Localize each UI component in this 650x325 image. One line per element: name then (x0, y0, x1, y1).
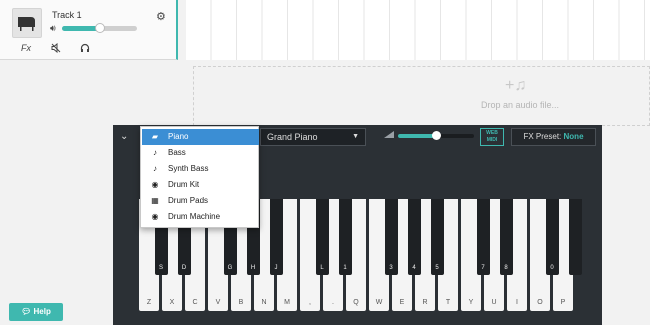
black-key[interactable] (568, 199, 582, 275)
instrument-menu-item[interactable]: ▰ Piano (142, 129, 259, 145)
black-key[interactable]: 1 (338, 199, 352, 275)
instrument-menu-label: Drum Kit (168, 180, 200, 189)
mute-icon[interactable] (51, 42, 61, 55)
white-key-label: C (192, 299, 198, 306)
white-key-label: , (309, 299, 311, 306)
fx-preset-value: None (563, 132, 584, 141)
black-key-label: 8 (504, 265, 508, 271)
track-timeline[interactable] (186, 0, 650, 60)
black-key[interactable]: L (315, 199, 329, 275)
drum-pads-icon: ▦ (151, 196, 159, 205)
volume-slider-fill (62, 26, 100, 31)
keyboard-volume-knob[interactable] (431, 131, 441, 140)
white-key-label: W (375, 299, 383, 306)
white-key-label: . (332, 299, 334, 306)
black-key[interactable]: 7 (476, 199, 490, 275)
chat-icon: 💬︎ (21, 307, 32, 316)
bass-icon: ♪ (153, 148, 157, 157)
white-key-label: M (284, 299, 290, 306)
gear-icon[interactable]: ⚙ (156, 10, 166, 23)
black-key[interactable]: 3 (384, 199, 398, 275)
volume-ramp-icon (384, 131, 394, 138)
instrument-menu: ▰ Piano ♪ Bass ♪ Synth Bass ◉ Drum Kit ▦ Drum Pad… (140, 126, 259, 228)
instrument-menu-label: Drum Pads (168, 196, 209, 205)
instrument-menu-item[interactable]: ♪ Bass (142, 145, 259, 161)
black-key[interactable]: J (269, 199, 283, 275)
help-button[interactable]: 💬︎ Help (9, 303, 63, 321)
instrument-menu-label: Bass (168, 148, 186, 157)
drum-machine-icon: ◉ (151, 212, 159, 221)
black-key-label: 3 (389, 265, 393, 271)
black-key-label: 1 (343, 265, 347, 271)
white-key-label: E (399, 299, 405, 306)
volume-slider[interactable] (62, 23, 137, 33)
instrument-menu-label: Drum Machine (168, 212, 221, 221)
black-key[interactable]: 5 (430, 199, 444, 275)
black-key-label: G (227, 265, 233, 271)
fx-icon[interactable]: Fx (21, 43, 31, 53)
drop-zone-text: Drop an audio file... (481, 100, 560, 110)
white-key-label: Z (146, 299, 152, 306)
white-key-label: V (215, 299, 221, 306)
black-key[interactable]: 0 (545, 199, 559, 275)
white-key-label: Q (353, 299, 359, 306)
volume-slider-knob[interactable] (94, 23, 105, 33)
white-key-label: T (445, 299, 451, 306)
synth-bass-icon: ♪ (153, 164, 157, 173)
instrument-menu-item[interactable]: ◉ Drum Machine (142, 209, 259, 225)
help-label: Help (33, 307, 51, 316)
black-key-label: 0 (550, 265, 554, 271)
instrument-menu-label: Piano (168, 132, 189, 141)
black-key-label: L (320, 265, 324, 271)
audio-drop-zone[interactable] (193, 66, 650, 126)
keyboard-volume-slider[interactable] (398, 131, 474, 140)
speaker-icon[interactable]: 🔊︎ (50, 23, 56, 34)
white-key-label: I (516, 299, 518, 306)
caret-down-icon: ▼ (352, 133, 359, 140)
white-key-label: U (491, 299, 497, 306)
black-key[interactable]: 8 (499, 199, 513, 275)
fx-preset-label: FX Preset: (523, 132, 562, 141)
instrument-menu-item[interactable]: ♪ Synth Bass (142, 161, 259, 177)
drum-kit-icon: ◉ (151, 180, 159, 189)
instrument-menu-item[interactable]: ▦ Drum Pads (142, 193, 259, 209)
instrument-menu-label: Synth Bass (168, 164, 209, 173)
white-key-label: N (261, 299, 267, 306)
white-key-label: P (560, 299, 566, 306)
white-key-label: R (422, 299, 428, 306)
black-key-label: D (181, 265, 187, 271)
instrument-menu-item[interactable]: ◉ Drum Kit (142, 177, 259, 193)
black-key-label: S (158, 265, 163, 271)
track-header[interactable]: Track 1 ⚙ 🔊︎ Fx (0, 0, 178, 60)
black-key-label: 7 (481, 265, 485, 271)
instrument-preset-value: Grand Piano (267, 132, 318, 142)
fx-preset-button[interactable]: FX Preset: None (511, 128, 596, 146)
black-key-label: 5 (435, 265, 439, 271)
grand-piano-icon (12, 8, 42, 38)
white-key-label: O (537, 299, 543, 306)
white-key-label: X (169, 299, 175, 306)
track-name[interactable]: Track 1 (52, 10, 82, 20)
black-key[interactable]: 4 (407, 199, 421, 275)
webmidi-label-top: WEB (486, 130, 498, 136)
white-key-label: Y (468, 299, 474, 306)
chevron-down-icon[interactable]: ⌄ (120, 131, 128, 142)
black-key-label: J (274, 265, 278, 271)
black-key-label: H (250, 265, 256, 271)
webmidi-button[interactable]: WEB MIDI (480, 128, 504, 146)
black-key-label: 4 (412, 265, 416, 271)
add-music-icon: +♫ (505, 77, 527, 94)
instrument-preset-select[interactable]: Grand Piano ▼ (260, 128, 366, 146)
white-key-label: B (238, 299, 244, 306)
webmidi-label-bottom: MIDI (486, 137, 498, 143)
keyboard-volume-fill (398, 134, 436, 138)
piano-icon: ▰ (151, 132, 159, 141)
headphones-icon[interactable] (80, 43, 90, 55)
